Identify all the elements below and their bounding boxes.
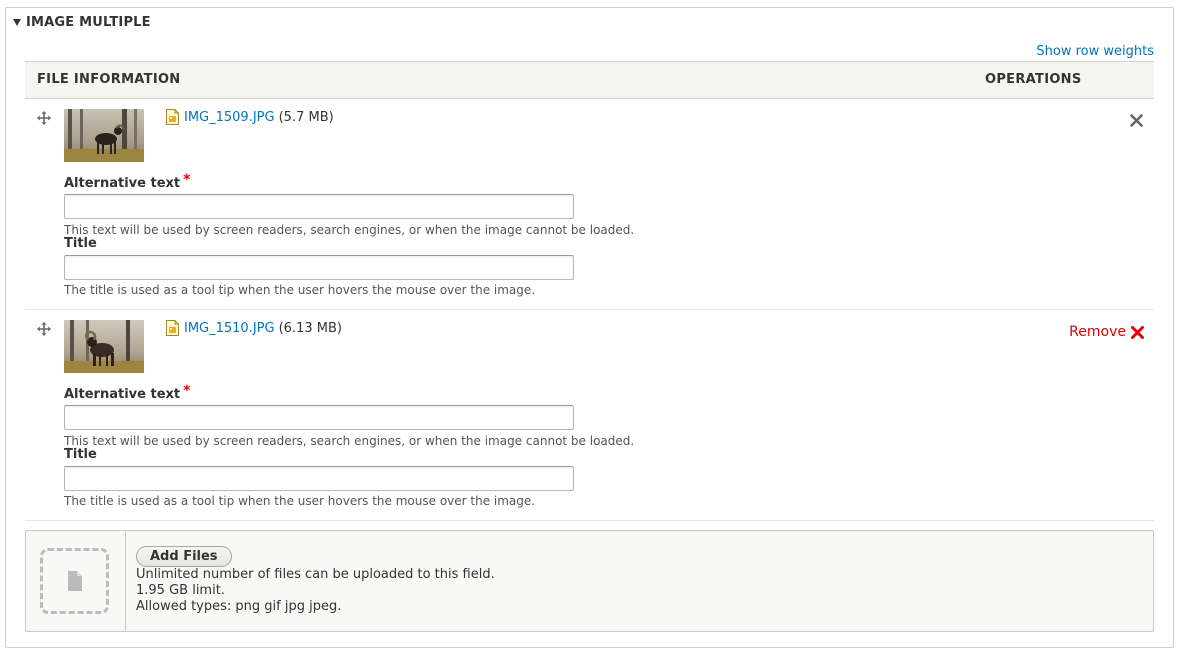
header-operations: OPERATIONS — [985, 72, 1082, 87]
dropzone-border — [40, 548, 109, 614]
alt-text-input[interactable] — [64, 405, 574, 430]
alt-text-label: Alternative text * — [64, 172, 191, 191]
show-row-weights-link[interactable]: Show row weights — [1036, 44, 1154, 59]
table-row: IMG_1510.JPG (6.13 MB) Alternative text *… — [25, 310, 1154, 521]
upload-info-line: Unlimited number of files can be uploade… — [136, 567, 495, 582]
file-name-link[interactable]: IMG_1509.JPG — [184, 110, 275, 125]
file-size: (6.13 MB) — [278, 320, 342, 336]
required-marker: * — [183, 383, 191, 399]
file-info-line: IMG_1510.JPG (6.13 MB) — [166, 320, 342, 336]
alt-text-label: Alternative text * — [64, 383, 191, 402]
image-multiple-fieldset: IMAGE MULTIPLE Show row weights FILE INF… — [5, 7, 1174, 648]
image-thumbnail — [64, 109, 144, 162]
upload-info-line: Allowed types: png gif jpg jpeg. — [136, 599, 342, 614]
file-name-link[interactable]: IMG_1510.JPG — [184, 321, 275, 336]
drag-handle-icon[interactable] — [37, 322, 51, 336]
alt-text-input[interactable] — [64, 194, 574, 219]
title-description: The title is used as a tool tip when the… — [64, 494, 536, 508]
file-dropzone[interactable] — [26, 531, 126, 631]
alt-text-label-text: Alternative text — [64, 387, 181, 402]
alt-text-description: This text will be used by screen readers… — [64, 434, 635, 448]
upload-info-line: 1.95 GB limit. — [136, 583, 225, 598]
fieldset-legend-toggle[interactable]: IMAGE MULTIPLE — [13, 15, 151, 30]
alt-text-description: This text will be used by screen readers… — [64, 223, 635, 237]
upload-widget: Add Files Unlimited number of files can … — [25, 530, 1154, 632]
image-file-icon — [166, 109, 179, 125]
table-row: IMG_1509.JPG (5.7 MB) Alternative text * … — [25, 99, 1154, 310]
title-input[interactable] — [64, 255, 574, 280]
remove-button[interactable]: Remove — [1069, 324, 1144, 340]
add-files-button[interactable]: Add Files — [136, 546, 232, 567]
remove-label: Remove — [1069, 324, 1126, 340]
header-file-information: FILE INFORMATION — [37, 72, 181, 87]
table-header: FILE INFORMATION OPERATIONS — [25, 61, 1154, 99]
image-file-icon — [166, 320, 179, 336]
title-label: Title — [64, 236, 97, 251]
close-icon[interactable] — [1130, 114, 1143, 127]
collapse-triangle-icon — [13, 19, 21, 26]
alt-text-label-text: Alternative text — [64, 176, 181, 191]
title-description: The title is used as a tool tip when the… — [64, 283, 536, 297]
file-table: FILE INFORMATION OPERATIONS IMG_1509.JPG… — [25, 61, 1154, 521]
image-thumbnail — [64, 320, 144, 373]
remove-x-icon — [1131, 325, 1144, 339]
required-marker: * — [183, 172, 191, 188]
upload-info: Unlimited number of files can be uploade… — [136, 567, 495, 615]
fieldset-legend-label: IMAGE MULTIPLE — [26, 15, 151, 30]
file-size: (5.7 MB) — [278, 109, 334, 125]
title-label: Title — [64, 447, 97, 462]
drag-handle-icon[interactable] — [37, 111, 51, 125]
title-input[interactable] — [64, 466, 574, 491]
document-icon — [68, 571, 82, 591]
file-info-line: IMG_1509.JPG (5.7 MB) — [166, 109, 334, 125]
